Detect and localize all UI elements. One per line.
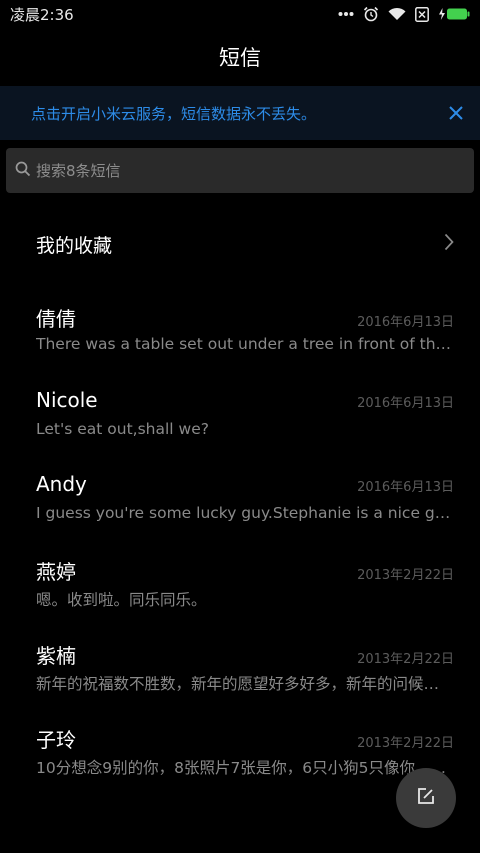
alarm-icon (363, 6, 379, 22)
favorites-label: 我的收藏 (36, 234, 113, 257)
compose-icon (416, 786, 436, 810)
message-preview: I guess you're some lucky guy.Stephanie … (36, 504, 454, 522)
message-preview: 嗯。收到啦。同乐同乐。 (36, 591, 207, 609)
contact-name: 子玲 (36, 728, 76, 752)
contact-name: 紫楠 (36, 644, 76, 668)
favorites-row[interactable]: 我的收藏 (0, 216, 480, 272)
message-date: 2013年2月22日 (357, 736, 454, 751)
list-item[interactable]: 燕婷 2013年2月22日 嗯。收到啦。同乐同乐。 (0, 556, 480, 640)
chevron-right-icon (444, 233, 454, 256)
banner-text: 点击开启小米云服务，短信数据永不丢失。 (31, 104, 317, 123)
message-preview: There was a table set out under a tree i… (36, 335, 454, 353)
sim-icon (415, 6, 429, 22)
battery-icon (438, 7, 470, 21)
list-item[interactable]: 倩倩 2016年6月13日 There was a table set out … (0, 303, 480, 387)
more-icon (338, 11, 354, 17)
status-time: 凌晨2:36 (10, 5, 74, 24)
message-date: 2013年2月22日 (357, 652, 454, 667)
status-icons (338, 6, 470, 22)
message-date: 2016年6月13日 (357, 480, 454, 495)
contact-name: Nicole (36, 388, 98, 412)
status-bar: 凌晨2:36 (0, 0, 480, 28)
search-input[interactable]: 搜索8条短信 (6, 148, 474, 193)
wifi-icon (388, 7, 406, 21)
compose-button[interactable] (396, 768, 456, 828)
search-placeholder: 搜索8条短信 (36, 162, 121, 180)
contact-name: 燕婷 (36, 560, 76, 584)
message-preview: Let's eat out,shall we? (36, 420, 209, 438)
message-date: 2016年6月13日 (357, 315, 454, 330)
list-item[interactable]: Nicole 2016年6月13日 Let's eat out,shall we… (0, 388, 480, 472)
contact-name: 倩倩 (36, 307, 76, 331)
list-item[interactable]: 紫楠 2013年2月22日 新年的祝福数不胜数，新年的愿望好多好多，新年的问候送… (0, 640, 480, 724)
contact-name: Andy (36, 472, 87, 496)
message-preview: 10分想念9别的你，8张照片7张是你，6只小狗5只像你，4季 (36, 759, 454, 777)
search-icon (15, 161, 36, 181)
cloud-service-banner[interactable]: 点击开启小米云服务，短信数据永不丢失。 (0, 86, 480, 140)
message-date: 2016年6月13日 (357, 396, 454, 411)
close-icon[interactable] (446, 103, 466, 123)
list-item[interactable]: Andy 2016年6月13日 I guess you're some luck… (0, 472, 480, 556)
page-title: 短信 (0, 28, 480, 86)
page-title-text: 短信 (219, 46, 261, 70)
message-preview: 新年的祝福数不胜数，新年的愿望好多好多，新年的问候送给你 (36, 675, 454, 693)
message-date: 2013年2月22日 (357, 568, 454, 583)
